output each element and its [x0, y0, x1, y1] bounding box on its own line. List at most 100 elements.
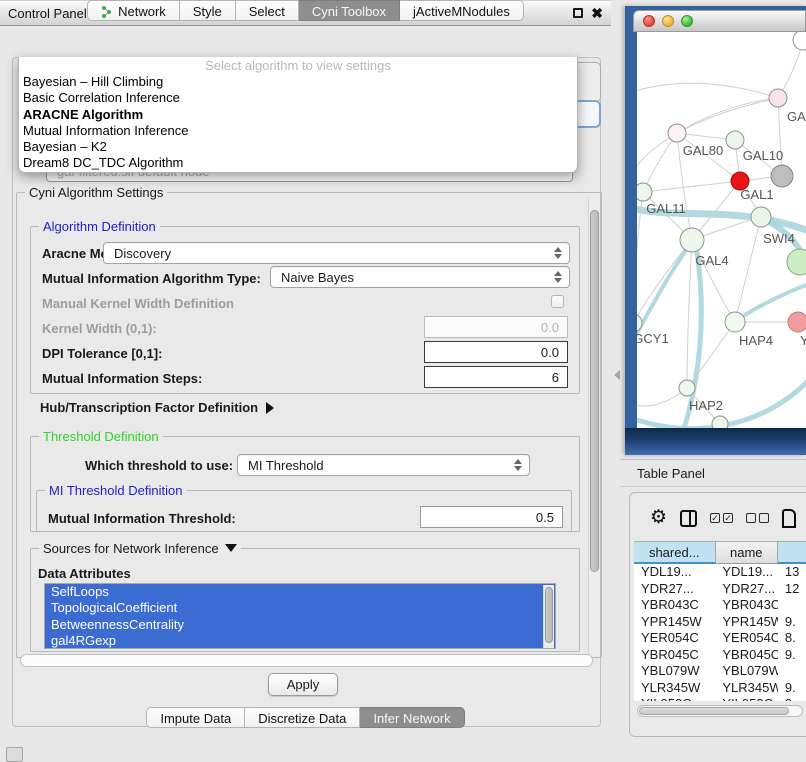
table-column-header[interactable]: shared... — [634, 542, 716, 564]
table-panel-titlebar: Table Panel — [620, 459, 806, 487]
network-node-gal4[interactable] — [680, 228, 704, 252]
sources-legend[interactable]: Sources for Network Inference — [39, 541, 241, 556]
table-scrollbar-thumb[interactable] — [639, 707, 789, 715]
application-window: Control Panel ✖ NetworkStyleSelectCyni T… — [0, 0, 806, 762]
tab-style[interactable]: Style — [180, 0, 236, 21]
tab-network[interactable]: Network — [87, 0, 180, 21]
sources-legend-label: Sources for Network Inference — [43, 541, 219, 556]
table-column-header[interactable]: name — [716, 542, 779, 564]
attribute-list-item[interactable]: gal4RGexp — [45, 633, 555, 649]
table-cell: YBR043C — [715, 597, 778, 614]
attributes-list-scrollbar[interactable] — [543, 585, 554, 649]
mi-threshold-label: Mutual Information Threshold: — [48, 511, 236, 526]
table-row[interactable]: YER054CYER054C8. — [634, 630, 806, 647]
network-window-titlebar[interactable] — [633, 10, 806, 32]
table-cell: YIL052C — [715, 696, 778, 701]
table-cell: YBL079W — [715, 663, 778, 680]
network-edge[interactable] — [687, 322, 735, 388]
minimize-traffic-light-icon[interactable] — [662, 15, 674, 27]
deselect-all-checks-icon[interactable] — [746, 513, 769, 523]
columns-icon[interactable] — [680, 510, 697, 527]
data-attributes-label: Data Attributes — [38, 566, 131, 581]
attributes-scrollbar-thumb[interactable] — [545, 587, 553, 643]
dpi-tolerance-field[interactable]: 0.0 — [424, 341, 568, 363]
mi-type-label: Mutual Information Algorithm Type: — [42, 271, 261, 286]
algorithm-option[interactable]: Dream8 DC_TDC Algorithm — [19, 155, 577, 171]
tab-label: jActiveMNodules — [413, 4, 510, 19]
network-node[interactable] — [712, 416, 728, 428]
hub-definition-expander[interactable]: Hub/Transcription Factor Definition — [40, 400, 274, 415]
tab-jactivemnodules[interactable]: jActiveMNodules — [400, 0, 524, 21]
table-cell: 9. — [778, 647, 806, 664]
bottom-tab-impute-data[interactable]: Impute Data — [146, 707, 245, 728]
settings-vertical-scrollbar[interactable] — [588, 197, 600, 655]
network-canvas[interactable]: GALGAL80GAL10GAL1GAL11SWI4GAL4GCY1HAP4YH… — [637, 32, 806, 428]
network-edge[interactable] — [643, 181, 740, 192]
threshold-definition-legend: Threshold Definition — [39, 429, 163, 444]
network-node-y[interactable] — [788, 312, 806, 332]
table-row[interactable]: YDL19...YDL19...13 — [634, 564, 806, 581]
network-node[interactable] — [787, 249, 806, 275]
network-node-hap2[interactable] — [679, 380, 695, 396]
table-row[interactable]: YBR045CYBR045C9. — [634, 647, 806, 664]
network-edge[interactable] — [687, 240, 692, 388]
network-icon — [101, 6, 113, 18]
bottom-tab-discretize-data[interactable]: Discretize Data — [245, 707, 360, 728]
table-horizontal-scrollbar[interactable] — [637, 705, 803, 717]
settings-horizontal-scrollbar[interactable] — [20, 654, 593, 667]
network-node-label: Y — [800, 333, 806, 348]
table-row[interactable]: YPR145WYPR145W9. — [634, 614, 806, 631]
apply-button[interactable]: Apply — [268, 673, 338, 696]
network-node-gal[interactable] — [769, 89, 787, 107]
corner-widget[interactable] — [6, 747, 23, 762]
document-icon[interactable] — [782, 509, 796, 528]
aracne-mode-combo[interactable]: Discovery — [103, 242, 570, 264]
select-all-checks-icon[interactable]: ✓✓ — [710, 513, 733, 523]
network-edge[interactable] — [778, 98, 782, 176]
network-node-gal11[interactable] — [637, 183, 652, 201]
network-edge[interactable] — [643, 133, 677, 192]
attribute-list-item[interactable]: TopologicalCoefficient — [45, 600, 555, 616]
mi-threshold-field[interactable]: 0.5 — [420, 506, 563, 528]
algorithm-option[interactable]: Bayesian – K2 — [19, 139, 577, 155]
table-row[interactable]: YBL079WYBL079W — [634, 663, 806, 680]
panel-divider-handle[interactable] — [614, 370, 620, 380]
settings-scrollbar-thumb[interactable] — [590, 210, 599, 572]
zoom-traffic-light-icon[interactable] — [681, 15, 693, 27]
network-node-hap4[interactable] — [725, 312, 745, 332]
algorithm-option[interactable]: ARACNE Algorithm — [19, 107, 577, 123]
network-graph[interactable]: GALGAL80GAL10GAL1GAL11SWI4GAL4GCY1HAP4YH… — [637, 32, 806, 428]
network-node[interactable] — [771, 165, 793, 187]
algorithm-option[interactable]: Basic Correlation Inference — [19, 90, 577, 106]
attribute-list-item[interactable]: SelfLoops — [45, 584, 555, 600]
network-edge[interactable] — [637, 83, 778, 98]
network-node-gal80[interactable] — [668, 124, 686, 142]
network-node-swi4[interactable] — [751, 207, 771, 227]
network-edge[interactable] — [677, 98, 778, 133]
tab-cyni-toolbox[interactable]: Cyni Toolbox — [299, 0, 400, 21]
mi-steps-field[interactable]: 6 — [424, 366, 568, 388]
network-node-label: GAL11 — [646, 201, 686, 216]
close-traffic-light-icon[interactable] — [643, 15, 655, 27]
which-threshold-combo[interactable]: MI Threshold — [237, 454, 530, 476]
table-cell: YDR27... — [634, 581, 715, 598]
gear-icon[interactable]: ⚙ — [650, 508, 667, 528]
network-node[interactable] — [793, 32, 806, 50]
table-column-header[interactable] — [778, 542, 806, 564]
bottom-tab-infer-network[interactable]: Infer Network — [360, 707, 464, 728]
manual-kernel-checkbox[interactable] — [551, 295, 564, 308]
algorithm-option[interactable]: Bayesian – Hill Climbing — [19, 74, 577, 90]
table-row[interactable]: YDR27...YDR27...12 — [634, 581, 806, 598]
attribute-list-item[interactable]: BetweennessCentrality — [45, 617, 555, 633]
mi-type-combo[interactable]: Naive Bayes — [270, 266, 570, 288]
network-node-gal10[interactable] — [726, 131, 744, 149]
tab-select[interactable]: Select — [236, 0, 299, 21]
control-panel-tab-bar: NetworkStyleSelectCyni Toolbox jActiveMNo… — [0, 0, 611, 21]
table-row[interactable]: YBR043CYBR043C — [634, 597, 806, 614]
table-row[interactable]: YIL052CYIL052C9 — [634, 696, 806, 701]
algorithm-option[interactable]: Mutual Information Inference — [19, 123, 577, 139]
table-row[interactable]: YLR345WYLR345W9. — [634, 680, 806, 697]
spinner-arrows-icon — [554, 271, 562, 283]
network-edge-thick[interactable] — [637, 242, 692, 344]
kernel-width-field[interactable]: 0.0 — [424, 316, 568, 338]
